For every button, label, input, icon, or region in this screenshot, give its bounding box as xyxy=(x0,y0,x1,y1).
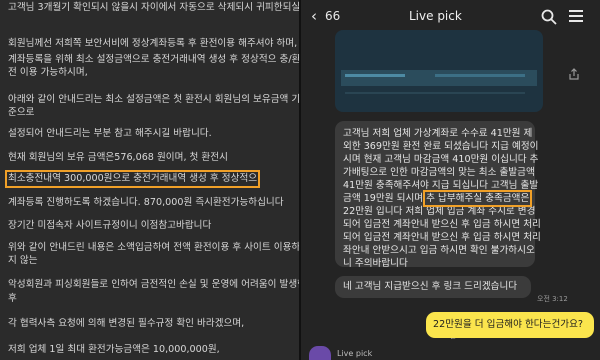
left-text-line: 설정되어 안내드리는 부분 참고 해주시길 바랍니다. xyxy=(8,128,212,139)
left-text-line: 저희 업체 1일 최대 환전가능금액은 10,000,000원, xyxy=(8,344,220,355)
message-line: 되어 입금전 계좌안내 받으신 후 입금 하시면 처리 xyxy=(343,232,541,243)
message-line: 좌안내 안받으시고 입금 하시면 확인 불가하시오 xyxy=(343,245,535,256)
left-text-line: 계좌등록을 위해 최소 설정금액으로 충전거래내역 생성 후 정상적으 충/환 xyxy=(8,54,299,65)
back-unread-count[interactable]: 66 xyxy=(325,9,340,23)
message-line: 고객님 저희 업체 가상계좌로 수수료 41만원 제 xyxy=(343,128,533,139)
message-highlighted-phrase: 추 납부해주실 충족금액은 xyxy=(423,190,533,207)
message-line: 니 주의바랍니다 xyxy=(343,258,408,269)
sender-avatar[interactable] xyxy=(309,346,331,360)
left-text-line: 고객님 3개월기 확인되시 않을시 자이에서 자동으로 삭제되시 귀피한되실 xyxy=(8,2,299,13)
message-bubble-received: 고객님 저희 업체 가상계좌로 수수료 41만원 제외한 369만원 환전 완료… xyxy=(335,121,541,269)
message-line: 되어 입금전 계좌안내 받으신 후 입금 하시면 처리 xyxy=(343,219,541,230)
left-chat-panel: 고객님 3개월기 확인되시 않을시 자이에서 자동으로 삭제되시 귀피한되실회원… xyxy=(0,0,299,360)
chat-title: Live pick xyxy=(409,9,462,23)
message-time: 오전 3:12 xyxy=(537,295,568,303)
left-text-line: 후 xyxy=(8,293,17,304)
search-icon[interactable] xyxy=(541,9,557,25)
message-line: 22만원 입니다 저희 업체 입금 계좌 수시로 변경 xyxy=(343,206,536,217)
left-text-line: 위와 같이 안내드린 내용은 소액입금하여 전액 환전이용 후 사이트 이용하 xyxy=(8,242,299,253)
left-text-line: 악성회원과 피싱회원들로 인하여 금전적인 손실 및 운영에 어려움이 발생한 xyxy=(8,279,299,290)
left-text-line: 아래와 같이 안내드리는 최소 설정금액은 첫 환전시 회원님의 보유금액 기 xyxy=(8,94,299,105)
right-chat-panel: ‹ 66 Live pick 고객님 저희 업체 가상계좌로 수수료 41만원 … xyxy=(301,0,600,360)
message-line: 외한 369만원 환전 완료 되셨습니다 지급 예정이 xyxy=(343,141,539,152)
shared-image[interactable] xyxy=(335,30,543,112)
message-bubble-sent: 22만원을 더 입금해야 한다는건가요? xyxy=(426,312,594,338)
message-line: 41만원 충족해주셔야 지급 되십니다 고객님 출발 xyxy=(343,180,539,191)
message-bubble-received-2: 네 고객님 지급받으신 후 링크 드리겠습니다 xyxy=(335,276,531,298)
chat-header: ‹ 66 Live pick xyxy=(301,0,600,32)
left-text-line: 전 이용 가능하시며, xyxy=(8,67,88,78)
share-icon[interactable] xyxy=(568,68,580,80)
sender-name: Live pick xyxy=(337,349,373,358)
left-text-line: 장기간 미접속자 사이트규정이니 이점참고바랍니다 xyxy=(8,220,212,231)
left-highlighted-line: 최소충전내역 300,000원으로 충전거래내역 생성 후 정상적으 xyxy=(4,170,261,188)
menu-icon[interactable] xyxy=(569,10,583,22)
left-text-line: 각 협력사측 요청에 의해 변경된 필수규정 확인 바라겠으며, xyxy=(8,318,245,329)
message-line: 시며 현재 고객님 마감금액 410만원 이십니다 추 xyxy=(343,154,539,165)
chevron-left-icon[interactable]: ‹ xyxy=(311,7,317,25)
left-text-line: 계좌등록 진행하도록 하겠습니다. 870,000원 즉시환전가능하십니다 xyxy=(8,197,284,208)
message-line: 가배팅으로 인한 마감금액의 맞는 최소 출발금액 xyxy=(343,167,535,178)
left-text-line: 준으로 xyxy=(8,107,35,118)
left-text-line: 지 않는 xyxy=(8,255,38,266)
message-line: 금액 19만원 되시며 추 납부해주실 충족금액은 xyxy=(343,190,533,207)
left-text-line: 회원님께선 저희쪽 보안서비에 정상계좌등록 후 환전이용 해주셔야 하며, xyxy=(8,38,298,49)
left-text-line: 현재 회원님의 보유 금액은576,068 원이며, 첫 환전시 xyxy=(8,152,228,163)
